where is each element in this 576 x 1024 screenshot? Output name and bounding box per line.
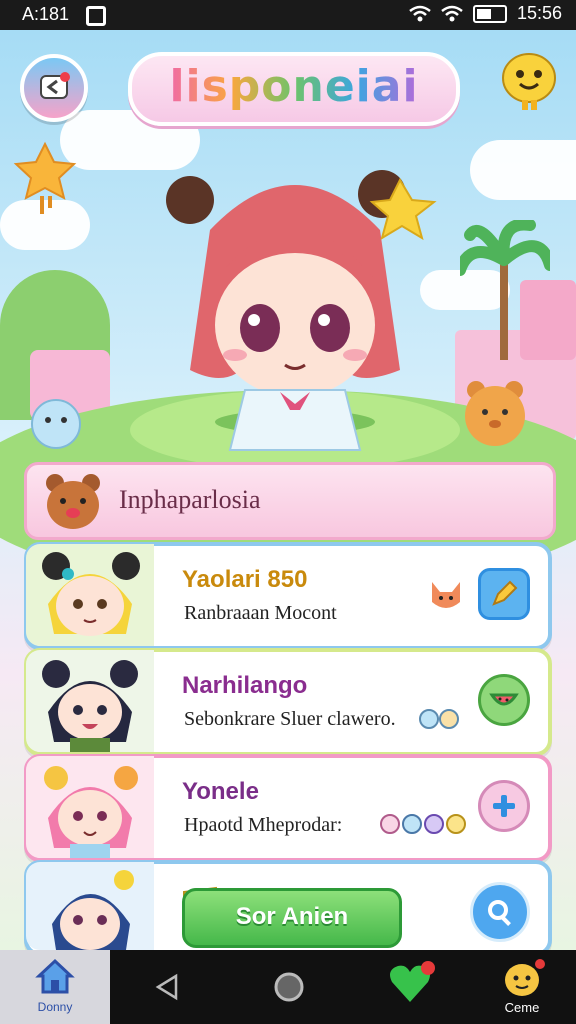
list-item[interactable]: Narhilango Sebonkrare Sluer clawero. — [24, 648, 552, 756]
game-face-icon — [505, 959, 545, 996]
avatar — [26, 756, 154, 858]
item-name: Yonele — [182, 778, 259, 805]
search-button[interactable] — [470, 882, 530, 942]
back-chat-icon — [40, 72, 70, 99]
friends-icon — [419, 709, 459, 729]
start-button[interactable]: Sor Anien — [182, 888, 402, 948]
emoji-button[interactable] — [498, 50, 560, 112]
item-name: Yaolari 850 — [182, 566, 308, 593]
cloud — [470, 140, 576, 200]
item-name: Narhilango — [182, 672, 308, 699]
back-nav-icon[interactable] — [152, 972, 182, 1002]
nav-game[interactable]: Ceme — [482, 950, 562, 1024]
pencil-icon — [492, 580, 518, 606]
bear-avatar-icon — [46, 474, 100, 529]
heart-notification-icon[interactable] — [388, 960, 438, 1006]
back-button[interactable] — [20, 54, 88, 122]
home-nav-icon[interactable] — [272, 970, 306, 1004]
watermelon-chat-icon — [489, 693, 519, 706]
happy-face-icon — [502, 53, 556, 110]
list-item[interactable]: Sor Anien — [24, 860, 552, 956]
nav-game-label: Ceme — [504, 1000, 540, 1015]
star-sticker-icon — [13, 141, 77, 214]
list-header: Inphaparlosia — [24, 462, 556, 540]
signal-icon — [441, 5, 463, 21]
status-bar: A:181 15:56 — [0, 0, 576, 30]
bottom-nav: Donny Ceme — [0, 950, 576, 1024]
list-item[interactable]: Yonele Hpaotd Mheprodar: — [24, 754, 552, 862]
list-header-label: Inphaparlosia — [119, 485, 261, 514]
app-title: lisponeiai — [128, 52, 460, 126]
item-subtitle: Sebonkrare Sluer clawero. — [184, 708, 396, 730]
nav-home-label: Donny — [37, 1000, 73, 1014]
item-subtitle: Hpaotd Mheprodar: — [184, 814, 343, 836]
item-subtitle: Ranbraaan Mocont — [184, 602, 337, 624]
wifi-icon — [409, 5, 431, 21]
status-time: A:181 — [22, 4, 70, 24]
status-clock: 15:56 — [516, 3, 562, 23]
main-character — [166, 170, 437, 451]
character-list: Inphaparlosia Yaolari 850 Ranbraaan Moco… — [24, 462, 556, 956]
plus-icon — [493, 795, 515, 817]
palm-tree — [460, 220, 550, 360]
avatar — [26, 650, 154, 752]
avatar — [26, 862, 154, 950]
add-friend-button[interactable] — [478, 780, 530, 832]
search-icon — [488, 900, 511, 926]
avatar — [26, 544, 154, 646]
nav-home[interactable]: Donny — [0, 950, 110, 1024]
home-icon — [35, 958, 75, 994]
edit-button[interactable] — [478, 568, 530, 620]
blue-creature — [31, 399, 81, 449]
list-item[interactable]: Yaolari 850 Ranbraaan Mocont — [24, 542, 552, 650]
orange-bear — [465, 381, 525, 446]
chat-button[interactable] — [478, 674, 530, 726]
battery-icon — [472, 4, 507, 23]
fox-sticker-icon — [432, 582, 460, 608]
notification-icon — [86, 6, 106, 26]
emoji-group-icon — [380, 814, 466, 834]
